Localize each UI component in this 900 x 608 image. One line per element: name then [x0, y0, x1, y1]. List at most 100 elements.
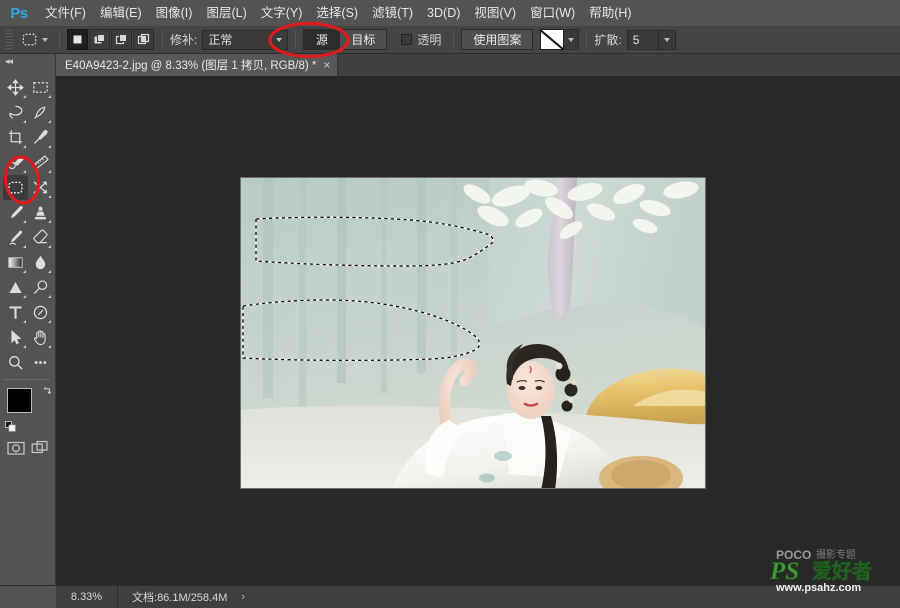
tool-type[interactable] — [3, 300, 28, 325]
document-tab-bar: E40A9423-2.jpg @ 8.33% (图层 1 拷贝, RGB/8) … — [56, 54, 900, 76]
transparent-checkbox[interactable] — [401, 34, 413, 45]
options-bar: 修补: 正常 源 目标 透明 使用图案 扩散: 5 — [0, 26, 900, 54]
mode-buttons — [0, 432, 55, 457]
edit-toolbar-button[interactable] — [28, 350, 53, 375]
divider — [59, 30, 60, 49]
status-doc-info[interactable]: 文档:86.1M/258.4M — [118, 589, 227, 605]
transparent-label: 透明 — [417, 33, 442, 47]
menu-edit[interactable]: 编辑(E) — [93, 0, 149, 26]
patch-mode-select[interactable]: 正常 — [202, 29, 289, 50]
tool-flyout-indicator — [23, 295, 26, 298]
quick-mask-icon[interactable] — [7, 439, 25, 457]
menu-window[interactable]: 窗口(W) — [523, 0, 582, 26]
menu-layer[interactable]: 图层(L) — [199, 0, 253, 26]
chevron-down-icon — [42, 37, 48, 42]
tool-preset-picker[interactable] — [16, 29, 52, 51]
pattern-swatch[interactable] — [540, 29, 565, 50]
menu-filter[interactable]: 滤镜(T) — [365, 0, 420, 26]
tool-marquee[interactable] — [28, 75, 53, 100]
tool-zoom[interactable] — [3, 350, 28, 375]
tool-content-aware-move[interactable] — [28, 175, 53, 200]
tool-flyout-indicator — [48, 345, 51, 348]
tool-flyout-indicator — [23, 95, 26, 98]
tool-flyout-indicator — [48, 320, 51, 323]
app-logo: Ps — [10, 4, 28, 22]
tool-ruler[interactable] — [28, 150, 53, 175]
new-selection-icon — [73, 35, 82, 44]
ellipsis-icon — [34, 361, 47, 364]
menu-file[interactable]: 文件(F) — [38, 0, 93, 26]
tool-flyout-indicator — [48, 195, 51, 198]
document-tab[interactable]: E40A9423-2.jpg @ 8.33% (图层 1 拷贝, RGB/8) … — [56, 54, 339, 76]
tool-path-selection[interactable] — [3, 325, 28, 350]
tool-gradient[interactable] — [3, 250, 28, 275]
tool-flyout-indicator — [23, 345, 26, 348]
tool-ellipse[interactable] — [28, 300, 53, 325]
tool-flyout-indicator — [23, 145, 26, 148]
menu-help[interactable]: 帮助(H) — [582, 0, 638, 26]
zoom-icon — [9, 356, 23, 370]
tools-panel: ◂◂ — [0, 54, 56, 585]
status-bar-spacer — [0, 585, 56, 608]
tool-healing-brush[interactable] — [3, 150, 28, 175]
source-button[interactable]: 源 — [303, 29, 340, 50]
pattern-picker-button[interactable] — [564, 29, 580, 50]
diffusion-input[interactable]: 5 — [626, 29, 659, 50]
patch-mode-value: 正常 — [208, 33, 233, 47]
menu-image[interactable]: 图像(I) — [149, 0, 200, 26]
tool-history-brush[interactable] — [3, 225, 28, 250]
tool-eraser[interactable] — [28, 225, 53, 250]
tool-flyout-indicator — [48, 145, 51, 148]
foreground-color-swatch[interactable] — [7, 388, 32, 413]
tool-pen[interactable] — [28, 275, 53, 300]
color-swatches — [5, 386, 53, 432]
tool-move[interactable] — [3, 75, 28, 100]
default-colors-icon[interactable] — [5, 421, 16, 432]
subtract-from-selection-button[interactable] — [111, 29, 132, 50]
intersect-with-selection-button[interactable] — [133, 29, 154, 50]
collapse-panel-button[interactable]: ◂◂ — [0, 54, 55, 69]
tool-lasso[interactable] — [3, 100, 28, 125]
status-doc-size: 86.1M/258.4M — [157, 592, 228, 604]
tool-blur[interactable] — [28, 250, 53, 275]
canvas-area[interactable] — [56, 76, 900, 585]
tool-crop[interactable] — [3, 125, 28, 150]
menu-type[interactable]: 文字(Y) — [254, 0, 310, 26]
tool-dodge[interactable] — [3, 275, 28, 300]
swap-colors-icon[interactable] — [42, 385, 53, 396]
chevron-down-icon — [276, 37, 283, 42]
status-zoom-level[interactable]: 8.33% — [56, 585, 118, 608]
menu-view[interactable]: 视图(V) — [467, 0, 523, 26]
status-expand-arrow[interactable]: › — [241, 591, 245, 603]
menu-select[interactable]: 选择(S) — [309, 0, 365, 26]
divider — [586, 30, 588, 49]
transparent-checkbox-row[interactable]: 透明 — [401, 31, 446, 48]
tools-grid — [0, 69, 56, 375]
chevron-down-icon — [663, 37, 670, 42]
tool-patch[interactable] — [3, 175, 28, 200]
document-canvas[interactable] — [240, 177, 706, 489]
patch-mode-label: 修补: — [170, 33, 198, 47]
use-pattern-button[interactable]: 使用图案 — [461, 29, 534, 50]
options-bar-grip[interactable] — [6, 29, 13, 50]
tool-brush[interactable] — [3, 200, 28, 225]
close-icon[interactable]: × — [323, 59, 330, 71]
tool-clone-stamp[interactable] — [28, 200, 53, 225]
tool-flyout-indicator — [48, 220, 51, 223]
new-selection-button[interactable] — [67, 29, 88, 50]
document-tab-title: E40A9423-2.jpg @ 8.33% (图层 1 拷贝, RGB/8) … — [65, 60, 317, 72]
tool-quick-selection[interactable] — [28, 100, 53, 125]
menu-bar: Ps 文件(F) 编辑(E) 图像(I) 图层(L) 文字(Y) 选择(S) 滤… — [0, 0, 900, 26]
selection-mode-group — [67, 29, 155, 50]
tool-eyedropper[interactable] — [28, 125, 53, 150]
screen-mode-icon[interactable] — [31, 439, 49, 457]
tool-flyout-indicator — [48, 95, 51, 98]
chevron-down-icon — [568, 37, 575, 42]
menu-3d[interactable]: 3D(D) — [420, 0, 467, 26]
target-button[interactable]: 目标 — [339, 29, 388, 50]
diffusion-stepper[interactable] — [658, 29, 676, 50]
diffusion-label: 扩散: — [594, 33, 622, 47]
add-to-selection-button[interactable] — [89, 29, 110, 50]
intersect-with-selection-icon — [137, 33, 150, 45]
tool-hand[interactable] — [28, 325, 53, 350]
